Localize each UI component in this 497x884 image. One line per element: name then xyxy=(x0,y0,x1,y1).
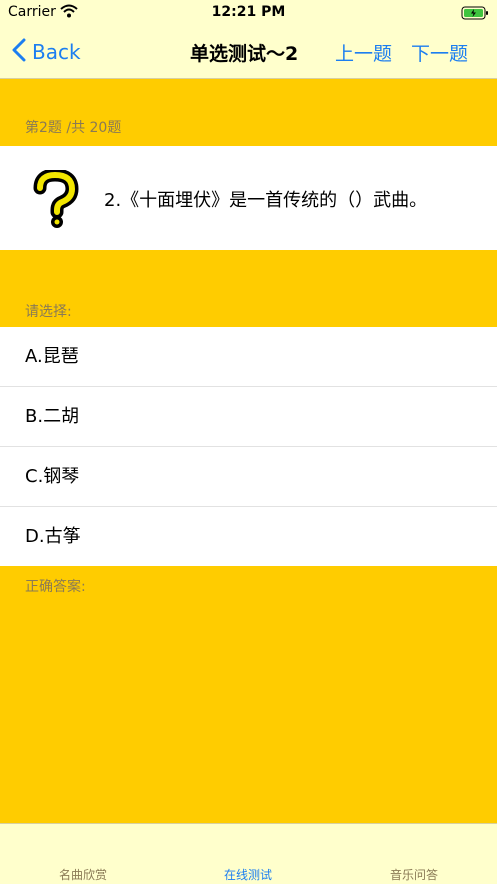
question-progress: 第2题 /共 20题 xyxy=(25,120,122,136)
question-text: 2.《十面埋伏》是一首传统的（）武曲。 xyxy=(104,190,428,211)
options-list: A.昆琶 B.二胡 C.钢琴 D.古筝 xyxy=(0,327,497,566)
option-b[interactable]: B.二胡 xyxy=(0,386,497,446)
choose-label: 请选择: xyxy=(25,304,72,320)
back-button[interactable]: Back xyxy=(12,38,81,66)
chevron-left-icon xyxy=(12,38,32,67)
option-c[interactable]: C.钢琴 xyxy=(0,446,497,506)
question-card: 2.《十面埋伏》是一首传统的（）武曲。 xyxy=(0,146,497,250)
navigation-bar: Back 单选测试～2 上一题 下一题 xyxy=(0,26,497,79)
answer-label: 正确答案: xyxy=(25,579,86,595)
status-bar: Carrier 12:21 PM xyxy=(0,0,497,26)
page-title: 单选测试～2 xyxy=(190,43,299,65)
question-mark-icon xyxy=(30,168,80,232)
option-d[interactable]: D.古筝 xyxy=(0,506,497,566)
tab-bar: 名曲欣赏 在线测试 音乐问答 xyxy=(0,823,497,884)
previous-question-button[interactable]: 上一题 xyxy=(335,39,392,66)
tab-online-test[interactable]: 在线测试 xyxy=(188,866,308,883)
next-question-button[interactable]: 下一题 xyxy=(411,39,468,66)
tab-famous-music[interactable]: 名曲欣赏 xyxy=(23,866,143,883)
back-label: Back xyxy=(32,40,81,64)
option-a[interactable]: A.昆琶 xyxy=(0,327,497,386)
battery-icon xyxy=(461,5,489,24)
status-time: 12:21 PM xyxy=(211,4,286,20)
tab-music-qa[interactable]: 音乐问答 xyxy=(354,866,474,883)
